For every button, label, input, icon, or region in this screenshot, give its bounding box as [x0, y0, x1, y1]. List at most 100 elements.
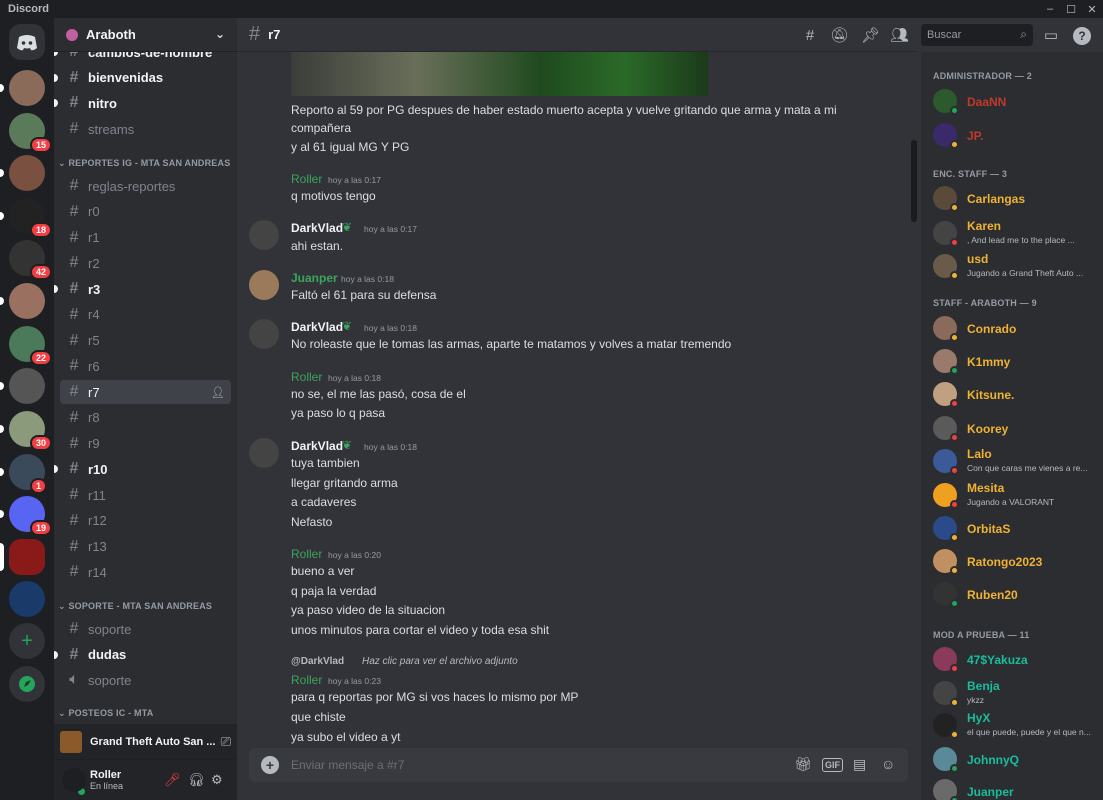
message-author[interactable]: Juanper: [291, 271, 338, 285]
category-posteos[interactable]: ⌄ POSTEOS IC - MTA: [58, 708, 153, 719]
notification-bell-icon[interactable]: 🔕︎: [830, 27, 849, 45]
channel-nitro[interactable]: # nitro: [54, 91, 231, 115]
member-item[interactable]: Juanper: [933, 776, 1097, 800]
server-icon[interactable]: [9, 155, 45, 191]
server-icon[interactable]: [9, 70, 45, 106]
gif-icon[interactable]: GIF: [822, 758, 843, 772]
channel-soporte[interactable]: # soporte: [60, 617, 231, 641]
member-item[interactable]: Karen , And lead me to the place ...: [933, 218, 1097, 248]
reply-text[interactable]: Haz clic para ver el archivo adjunto: [362, 654, 518, 670]
avatar[interactable]: [249, 319, 279, 349]
discord-home-button[interactable]: [9, 24, 45, 60]
channel-dudas[interactable]: # dudas: [54, 643, 231, 667]
member-item[interactable]: Benja ykzz: [933, 678, 1097, 708]
member-item[interactable]: Carlangas: [933, 183, 1097, 213]
member-item[interactable]: DaaNN: [933, 86, 1097, 116]
avatar[interactable]: [249, 220, 279, 250]
add-server-button[interactable]: +: [9, 623, 45, 659]
message-author[interactable]: Roller: [291, 673, 322, 687]
avatar[interactable]: [249, 270, 279, 300]
member-item[interactable]: HyX el que puede, puede y el que n...: [933, 710, 1097, 740]
member-item[interactable]: Mesita Jugando a VALORANT: [933, 480, 1097, 510]
channel-r9[interactable]: # r9: [60, 432, 231, 456]
member-item[interactable]: Koorey: [933, 413, 1097, 443]
category-reportes[interactable]: ⌄ REPORTES IG - MTA SAN ANDREAS: [58, 158, 230, 169]
message-author[interactable]: DarkVlad: [291, 320, 343, 334]
chevron-down-icon[interactable]: ⌄: [215, 27, 225, 41]
guild-header[interactable]: Araboth ⌄: [54, 18, 237, 52]
avatar[interactable]: [249, 438, 279, 468]
member-item[interactable]: K1mmy: [933, 346, 1097, 376]
channel-r8[interactable]: # r8: [60, 406, 231, 430]
emoji-icon[interactable]: ☺: [881, 756, 895, 772]
help-icon[interactable]: ?: [1073, 27, 1091, 45]
channel-r2[interactable]: # r2: [60, 251, 231, 275]
channel-r11[interactable]: # r11: [60, 483, 231, 507]
gift-icon[interactable]: 🎁︎: [794, 756, 812, 773]
member-list-icon[interactable]: 👥︎: [890, 27, 909, 45]
category-soporte[interactable]: ⌄ SOPORTE - MTA SAN ANDREAS: [58, 601, 212, 612]
channel-r7[interactable]: # r7 👤︎: [60, 380, 231, 404]
attachment-image[interactable]: [291, 52, 708, 96]
explore-button[interactable]: [9, 666, 45, 702]
member-item[interactable]: OrbitaS: [933, 513, 1097, 543]
message-author[interactable]: Roller: [291, 547, 322, 561]
channel-reglas-reportes[interactable]: # reglas-reportes: [60, 174, 231, 198]
channel-soporte[interactable]: 🔈︎ soporte: [60, 668, 231, 692]
search-input[interactable]: Buscar ⌕: [921, 24, 1033, 46]
threads-icon[interactable]: #: [801, 27, 819, 45]
channel-r13[interactable]: # r13: [60, 535, 231, 559]
channel-streams[interactable]: # streams: [60, 117, 231, 141]
message-author[interactable]: DarkVlad: [291, 221, 343, 235]
minimize-icon[interactable]: –: [1040, 0, 1060, 18]
unread-indicator: [0, 169, 4, 177]
maximize-icon[interactable]: ☐: [1061, 0, 1081, 18]
member-item[interactable]: Kitsune.: [933, 379, 1097, 409]
channel-cambios-de-nombre[interactable]: # cambios-de-nombre: [54, 52, 231, 64]
gear-icon[interactable]: ⚙: [211, 772, 223, 788]
sticker-icon[interactable]: ▤: [853, 756, 866, 773]
reply-author[interactable]: @DarkVlad: [291, 654, 344, 670]
channel-r12[interactable]: # r12: [60, 509, 231, 533]
channel-bienvenidas[interactable]: # bienvenidas: [54, 66, 231, 90]
member-item[interactable]: JP.: [933, 120, 1097, 150]
server-icon[interactable]: [9, 283, 45, 319]
channel-r14[interactable]: # r14: [60, 560, 231, 584]
message-author[interactable]: Roller: [291, 172, 322, 186]
status-icon: [950, 764, 959, 773]
message-author[interactable]: DarkVlad: [291, 439, 343, 453]
member-item[interactable]: JohnnyQ: [933, 744, 1097, 774]
scrollbar[interactable]: [911, 140, 917, 222]
message-author[interactable]: Roller: [291, 370, 322, 384]
headphones-icon[interactable]: 🎧︎: [188, 772, 205, 788]
member-item[interactable]: Ratongo2023: [933, 546, 1097, 576]
hashtag-icon: #: [69, 280, 79, 297]
channel-r5[interactable]: # r5: [60, 329, 231, 353]
member-item[interactable]: usd Jugando a Grand Theft Auto ...: [933, 251, 1097, 281]
screen-share-icon[interactable]: ⎚: [221, 734, 231, 750]
server-icon[interactable]: [9, 581, 45, 617]
member-item[interactable]: Ruben20: [933, 579, 1097, 609]
channel-r0[interactable]: # r0: [60, 200, 231, 224]
channel-r1[interactable]: # r1: [60, 226, 231, 250]
user-info[interactable]: Roller En línea: [90, 769, 123, 791]
channel-r3[interactable]: # r3: [54, 277, 231, 301]
channel-r10[interactable]: # r10: [54, 457, 231, 481]
message-composer[interactable]: + Enviar mensaje a #r7 🎁︎ GIF ▤ ☺: [249, 748, 908, 782]
server-icon[interactable]: [9, 539, 45, 575]
channel-r4[interactable]: # r4: [60, 303, 231, 327]
add-attachment-icon[interactable]: +: [261, 756, 279, 774]
channel-r6[interactable]: # r6: [60, 354, 231, 378]
activity-panel[interactable]: Grand Theft Auto San ... ⎚: [54, 724, 237, 760]
add-member-icon[interactable]: 👤︎: [211, 386, 225, 399]
server-icon[interactable]: [9, 368, 45, 404]
close-icon[interactable]: ✕: [1082, 0, 1102, 18]
member-item[interactable]: 47$Yakuza: [933, 644, 1097, 674]
inbox-icon[interactable]: ▭: [1042, 27, 1060, 45]
hashtag-icon: #: [69, 331, 79, 349]
mute-mic-icon[interactable]: 🎤︎: [164, 772, 181, 788]
hashtag-icon: #: [69, 305, 79, 323]
member-item[interactable]: Conrado: [933, 313, 1097, 343]
member-item[interactable]: Lalo Con que caras me vienes a re...: [933, 446, 1097, 476]
pin-icon[interactable]: 📌︎: [861, 27, 880, 45]
